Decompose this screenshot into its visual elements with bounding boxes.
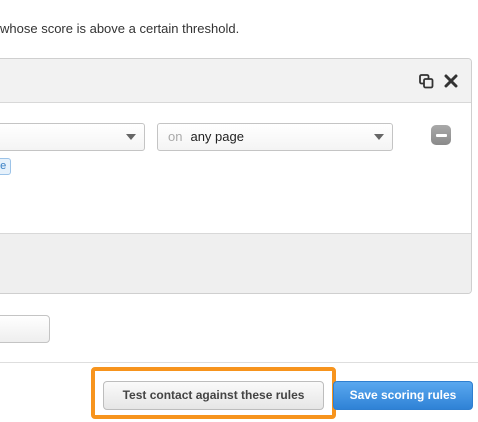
rule-tag[interactable]: ne <box>0 158 12 175</box>
minus-icon <box>435 133 447 137</box>
rule-panel-header <box>0 59 471 103</box>
test-contact-button[interactable]: Test contact against these rules <box>103 381 324 410</box>
scoring-rules-screen: whose score is above a certain threshold… <box>0 0 478 422</box>
page-select-value: any page <box>190 129 244 144</box>
rule-panel-footer <box>0 233 471 293</box>
page-select-prefix: on <box>168 129 183 144</box>
rule-field-select[interactable] <box>0 123 145 151</box>
chevron-down-icon <box>126 134 136 140</box>
rule-panel: on any page ne <box>0 58 472 294</box>
remove-rule-button[interactable] <box>431 125 451 145</box>
intro-text: whose score is above a certain threshold… <box>0 21 240 36</box>
rule-panel-body: on any page ne <box>0 103 471 233</box>
add-rule-button[interactable] <box>0 315 50 343</box>
actions-divider <box>0 362 478 363</box>
page-select[interactable]: on any page <box>157 123 393 151</box>
close-icon[interactable] <box>443 73 459 89</box>
save-scoring-rules-button[interactable]: Save scoring rules <box>333 381 473 410</box>
copy-icon[interactable] <box>418 73 434 89</box>
chevron-down-icon <box>374 134 384 140</box>
